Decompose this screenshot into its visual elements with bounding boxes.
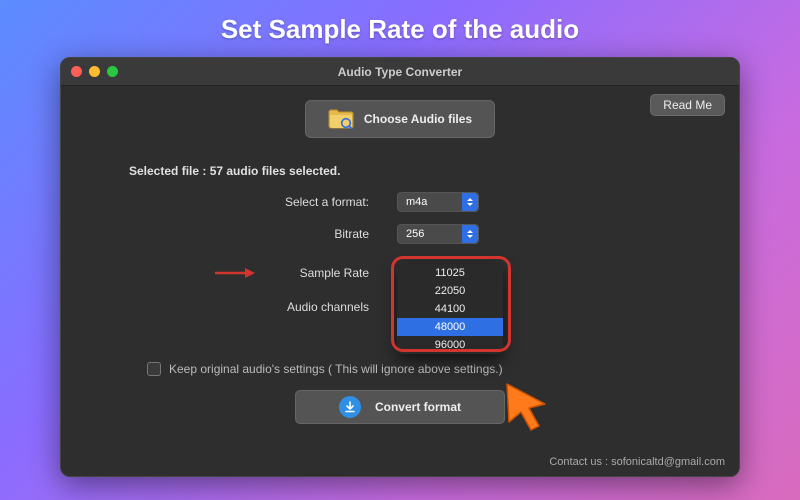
channels-label: Audio channels [259, 300, 379, 314]
sample-rate-option[interactable]: 22050 [397, 282, 503, 300]
app-window: Audio Type Converter Read Me Choose Audi… [60, 57, 740, 477]
keep-original-row: Keep original audio's settings ( This wi… [147, 362, 721, 376]
format-value: m4a [398, 196, 462, 208]
fullscreen-icon[interactable] [107, 66, 118, 77]
updown-icon [462, 225, 478, 243]
convert-label: Convert format [375, 400, 461, 414]
bitrate-row: Bitrate 256 [79, 224, 721, 244]
keep-original-label: Keep original audio's settings ( This wi… [169, 362, 503, 376]
window-title: Audio Type Converter [61, 65, 739, 79]
sample-rate-option[interactable]: 44100 [397, 300, 503, 318]
download-icon [339, 396, 361, 418]
selected-file-status: Selected file : 57 audio files selected. [129, 164, 721, 178]
choose-files-button[interactable]: Choose Audio files [305, 100, 495, 138]
sample-rate-option[interactable]: 11025 [397, 264, 503, 282]
annotation-cursor-icon [503, 382, 559, 447]
choose-files-label: Choose Audio files [364, 112, 472, 126]
form: Select a format: m4a Bitrate 256 [79, 192, 721, 314]
bitrate-label: Bitrate [259, 227, 379, 241]
format-label: Select a format: [259, 195, 379, 209]
keep-original-checkbox[interactable] [147, 362, 161, 376]
folder-icon [328, 109, 354, 129]
bitrate-select[interactable]: 256 [397, 224, 479, 244]
titlebar: Audio Type Converter [61, 58, 739, 86]
close-icon[interactable] [71, 66, 82, 77]
sample-rate-row: Sample Rate 11025 22050 44100 48000 9600… [79, 266, 721, 280]
sample-rate-label: Sample Rate [259, 266, 379, 280]
sample-rate-option-selected[interactable]: 48000 [397, 318, 503, 336]
format-row: Select a format: m4a [79, 192, 721, 212]
readme-button[interactable]: Read Me [650, 94, 725, 116]
annotation-arrow-icon [215, 266, 255, 280]
minimize-icon[interactable] [89, 66, 100, 77]
contact-footer: Contact us : sofonicaltd@gmail.com [549, 456, 725, 468]
sample-rate-option[interactable]: 96000 [397, 336, 503, 354]
window-body: Read Me Choose Audio files Selected file… [61, 86, 739, 476]
page-title: Set Sample Rate of the audio [221, 14, 579, 45]
window-controls [71, 66, 118, 77]
format-select[interactable]: m4a [397, 192, 479, 212]
sample-rate-dropdown[interactable]: 11025 22050 44100 48000 96000 [397, 264, 503, 354]
updown-icon [462, 193, 478, 211]
convert-button[interactable]: Convert format [295, 390, 505, 424]
bitrate-value: 256 [398, 228, 462, 240]
